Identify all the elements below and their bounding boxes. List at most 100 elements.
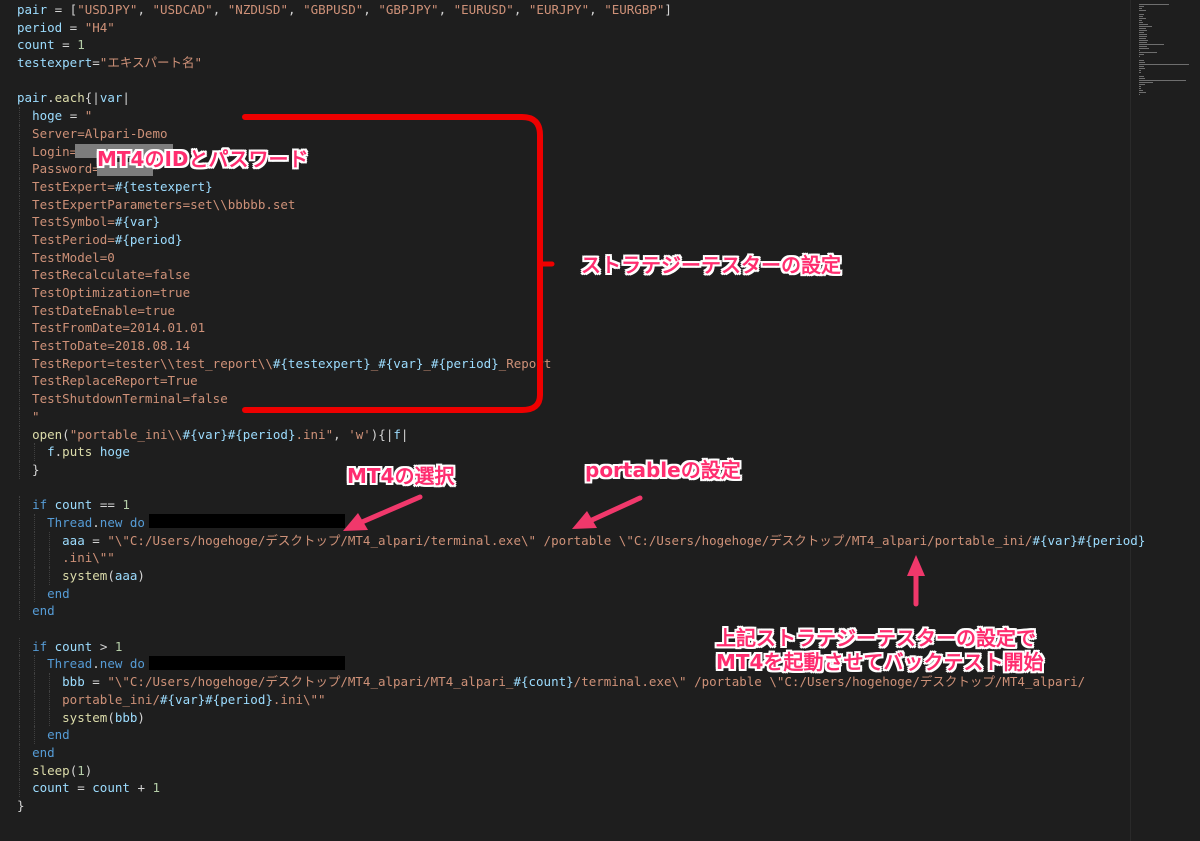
code-line[interactable]: TestDateEnable=true <box>17 301 1145 320</box>
code-token: "GBPJPY" <box>378 2 439 17</box>
code-token: " <box>17 408 40 424</box>
minimap-line <box>1139 38 1147 39</box>
code-token: end <box>32 603 55 619</box>
code-token: , <box>363 2 379 17</box>
code-line[interactable]: bbb = "\"C:/Users/hogehoge/デスクトップ/MT4_al… <box>17 673 1145 691</box>
minimap-line <box>1139 36 1148 37</box>
minimap-line <box>1139 14 1145 15</box>
code-editor[interactable]: pair = ["USDJPY", "USDCAD", "NZDUSD", "G… <box>0 0 1145 841</box>
code-token: bbb <box>114 709 138 725</box>
code-token: #{count} <box>513 674 574 690</box>
code-token: 1 <box>122 497 130 513</box>
code-line[interactable]: TestPeriod=#{period} <box>17 230 1145 249</box>
code-token: 1 <box>114 638 123 654</box>
minimap-line <box>1139 26 1152 27</box>
code-line[interactable]: TestToDate=2018.08.14 <box>17 337 1145 355</box>
code-token: "H4" <box>84 19 115 35</box>
code-token: count <box>54 497 93 513</box>
minimap-line <box>1139 88 1141 89</box>
code-token: "\"C:/Users/hogehoge/デスクトップ/MT4_alpari/M… <box>107 674 514 690</box>
code-token: TestReport=tester\\test_report\\ <box>17 355 273 371</box>
code-lines[interactable]: pair = ["USDJPY", "USDCAD", "NZDUSD", "G… <box>17 1 1145 815</box>
code-token: ] <box>664 2 672 17</box>
code-token: "EURUSD" <box>453 2 514 17</box>
code-line[interactable]: f.puts hoge <box>17 443 1145 461</box>
minimap-line <box>1139 52 1158 53</box>
code-token: var <box>99 90 123 106</box>
code-token: , <box>589 2 605 17</box>
minimap-line <box>1139 20 1142 21</box>
code-token: end <box>47 727 70 743</box>
code-token: testexpert <box>17 55 93 71</box>
code-token: Server=Alpari-Demo <box>17 125 168 141</box>
code-line[interactable]: count = count + 1 <box>17 779 1145 797</box>
code-line[interactable]: pair = ["USDJPY", "USDCAD", "NZDUSD", "G… <box>17 1 1145 19</box>
code-line[interactable] <box>17 479 1145 497</box>
code-token: TestOptimization=true <box>17 285 191 300</box>
code-token: puts <box>62 444 93 460</box>
minimap-line <box>1139 82 1154 83</box>
code-line[interactable]: pair.each{|var| <box>17 89 1145 107</box>
minimap-line <box>1139 68 1145 69</box>
code-line[interactable]: TestReport=tester\\test_report\\#{testex… <box>17 354 1145 373</box>
minimap-line <box>1139 54 1145 55</box>
code-line[interactable]: period = "H4" <box>17 19 1145 37</box>
code-line[interactable]: sleep(1) <box>17 761 1145 780</box>
code-token: 1 <box>77 37 85 53</box>
code-token: count <box>32 780 70 796</box>
code-token: = <box>84 532 108 548</box>
code-line[interactable]: end <box>17 602 1145 621</box>
code-line[interactable]: portable_ini/#{var}#{period}.ini\"" <box>17 690 1145 709</box>
code-token: /terminal.exe\" /portable \"C:/Users/hog… <box>573 674 1086 690</box>
code-line[interactable]: TestReplaceReport=True <box>17 372 1145 391</box>
minimap-line <box>1139 24 1149 25</box>
code-token: #{var}#{period} <box>182 426 296 442</box>
code-line[interactable]: aaa = "\"C:/Users/hogehoge/デスクトップ/MT4_al… <box>17 531 1145 550</box>
code-line[interactable]: system(aaa) <box>17 567 1145 585</box>
code-line[interactable]: open("portable_ini\\#{var}#{period}.ini"… <box>17 425 1145 444</box>
code-line[interactable]: TestExpertParameters=set\\bbbbb.set <box>17 195 1145 214</box>
code-line[interactable] <box>17 72 1145 90</box>
code-token: new <box>99 514 123 530</box>
code-token: if <box>32 638 48 654</box>
code-line[interactable]: TestShutdownTerminal=false <box>17 390 1145 408</box>
code-line[interactable]: TestOptimization=true <box>17 284 1145 302</box>
code-line[interactable]: } <box>17 797 1145 815</box>
code-line[interactable]: TestFromDate=2014.01.01 <box>17 319 1145 338</box>
code-token: , <box>513 2 529 17</box>
code-line[interactable]: if count == 1 <box>17 496 1145 514</box>
code-token: ( <box>107 709 115 725</box>
code-line[interactable]: hoge = " <box>17 107 1145 125</box>
code-line[interactable]: " <box>17 407 1145 426</box>
code-line[interactable]: end <box>17 743 1145 762</box>
minimap[interactable] <box>1130 0 1200 841</box>
code-line[interactable]: TestSymbol=#{var} <box>17 213 1145 231</box>
minimap-line <box>1139 48 1149 49</box>
code-line[interactable]: count = 1 <box>17 36 1145 54</box>
code-line[interactable]: system(bbb) <box>17 708 1145 727</box>
minimap-line <box>1139 66 1144 67</box>
code-line[interactable]: TestExpert=#{testexpert} <box>17 177 1145 196</box>
code-line[interactable]: .ini\"" <box>17 549 1145 567</box>
code-token: "portable_ini\\ <box>69 426 183 442</box>
code-line[interactable]: end <box>17 584 1145 603</box>
code-token: each <box>54 90 85 106</box>
code-token: 'w' <box>348 426 371 442</box>
code-line[interactable]: } <box>17 460 1145 479</box>
code-line[interactable]: end <box>17 726 1145 744</box>
minimap-line <box>1139 56 1141 57</box>
code-token: count <box>54 638 93 654</box>
code-line[interactable]: Server=Alpari-Demo <box>17 124 1145 143</box>
code-line[interactable]: testexpert="エキスパート名" <box>17 54 1145 72</box>
code-token: .ini\"" <box>272 691 326 707</box>
code-token: ( <box>62 426 70 442</box>
